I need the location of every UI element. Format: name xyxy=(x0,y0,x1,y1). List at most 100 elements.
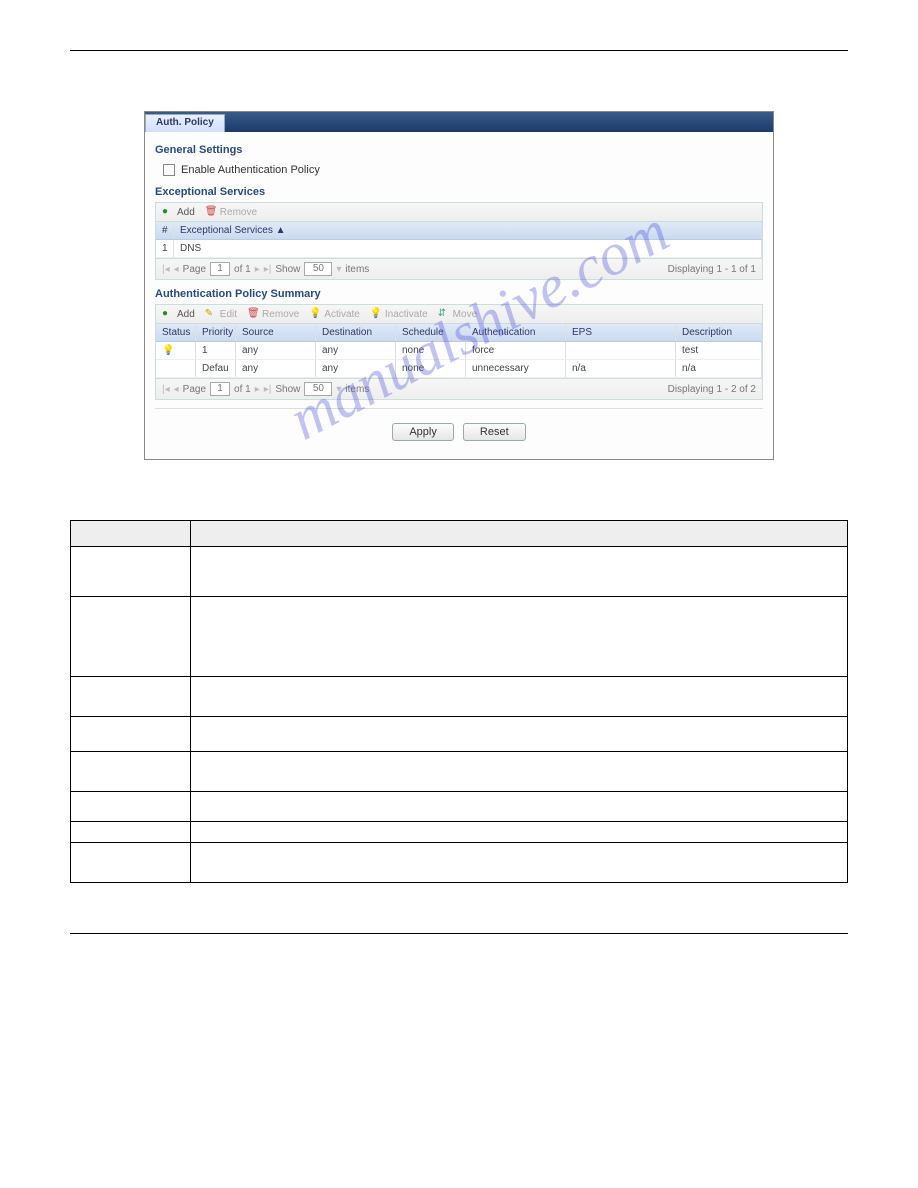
col-service[interactable]: Exceptional Services ▲ xyxy=(174,222,762,239)
page-label: Page xyxy=(183,384,206,395)
exceptional-services-grid: ●Add 🗑Remove # Exceptional Services ▲ 1 … xyxy=(155,202,763,280)
cell-destination: any xyxy=(316,360,396,377)
enable-auth-row: Enable Authentication Policy xyxy=(155,160,763,180)
first-page-icon[interactable]: |◂ xyxy=(162,384,170,395)
add-button[interactable]: ●Add xyxy=(162,206,195,218)
page-input[interactable]: 1 xyxy=(210,382,230,396)
move-button[interactable]: ⇵Move xyxy=(438,308,477,320)
next-page-icon[interactable]: ▸ xyxy=(255,384,260,395)
remove-button[interactable]: 🗑Remove xyxy=(205,206,257,218)
trash-icon: 🗑 xyxy=(205,206,217,218)
cell-eps: n/a xyxy=(566,360,676,377)
dropdown-icon[interactable]: ▾ xyxy=(336,384,341,395)
enable-auth-checkbox[interactable] xyxy=(163,164,175,176)
page-input[interactable]: 1 xyxy=(210,262,230,276)
enable-auth-label: Enable Authentication Policy xyxy=(181,164,320,176)
summary-header: Status Priority Source Destination Sched… xyxy=(156,324,762,342)
summary-toolbar: ●Add ✎Edit 🗑Remove 💡Activate 💡Inactivate… xyxy=(156,305,762,324)
exceptional-services-title: Exceptional Services xyxy=(155,186,763,198)
col-schedule[interactable]: Schedule xyxy=(396,324,466,341)
policy-summary-grid: ●Add ✎Edit 🗑Remove 💡Activate 💡Inactivate… xyxy=(155,304,763,400)
cell-schedule: none xyxy=(396,360,466,377)
general-settings-title: General Settings xyxy=(155,144,763,156)
col-source[interactable]: Source xyxy=(236,324,316,341)
remove-label: Remove xyxy=(220,207,257,218)
dropdown-icon[interactable]: ▾ xyxy=(336,264,341,275)
table-row xyxy=(71,597,848,677)
cell-schedule: none xyxy=(396,342,466,359)
tab-auth-policy[interactable]: Auth. Policy xyxy=(145,114,225,132)
edit-label: Edit xyxy=(220,309,237,320)
show-label: Show xyxy=(275,264,300,275)
table-row[interactable]: 1 DNS xyxy=(156,240,762,258)
activate-label: Activate xyxy=(324,309,360,320)
next-page-icon[interactable]: ▸ xyxy=(255,264,260,275)
table-row xyxy=(71,752,848,792)
table-row xyxy=(71,843,848,883)
page-size-select[interactable]: 50 xyxy=(304,382,332,396)
exceptional-header: # Exceptional Services ▲ xyxy=(156,222,762,240)
remove-button[interactable]: 🗑Remove xyxy=(247,308,299,320)
table-row xyxy=(71,717,848,752)
display-count: Displaying 1 - 1 of 1 xyxy=(668,264,756,275)
cell-description: test xyxy=(676,342,762,359)
remove-label: Remove xyxy=(262,309,299,320)
col-eps[interactable]: EPS xyxy=(566,324,676,341)
add-icon: ● xyxy=(162,308,174,320)
bulb-icon: 💡 xyxy=(309,308,321,320)
col-priority[interactable]: Priority xyxy=(196,324,236,341)
last-page-icon[interactable]: ▸| xyxy=(264,264,272,275)
status-icon: 💡 xyxy=(156,342,196,359)
trash-icon: 🗑 xyxy=(247,308,259,320)
auth-policy-panel: Auth. Policy General Settings Enable Aut… xyxy=(144,111,774,460)
prev-page-icon[interactable]: ◂ xyxy=(174,264,179,275)
add-icon: ● xyxy=(162,206,174,218)
tab-bar: Auth. Policy xyxy=(145,112,773,132)
bulb-off-icon: 💡 xyxy=(370,308,382,320)
of-label: of 1 xyxy=(234,384,251,395)
page-size-select[interactable]: 50 xyxy=(304,262,332,276)
inactivate-label: Inactivate xyxy=(385,309,428,320)
reset-button[interactable]: Reset xyxy=(463,423,526,441)
cell-name: DNS xyxy=(174,240,762,257)
description-table xyxy=(70,520,848,883)
apply-button[interactable]: Apply xyxy=(392,423,454,441)
edit-icon: ✎ xyxy=(205,308,217,320)
cell-destination: any xyxy=(316,342,396,359)
cell-source: any xyxy=(236,342,316,359)
table-row xyxy=(71,822,848,843)
cell-num: 1 xyxy=(156,240,174,257)
cell-priority: Defau xyxy=(196,360,236,377)
table-row xyxy=(71,792,848,822)
edit-button[interactable]: ✎Edit xyxy=(205,308,237,320)
panel-body: General Settings Enable Authentication P… xyxy=(145,132,773,459)
cell-authentication: unnecessary xyxy=(466,360,566,377)
add-label: Add xyxy=(177,309,195,320)
col-authentication[interactable]: Authentication xyxy=(466,324,566,341)
inactivate-button[interactable]: 💡Inactivate xyxy=(370,308,428,320)
activate-button[interactable]: 💡Activate xyxy=(309,308,360,320)
cell-authentication: force xyxy=(466,342,566,359)
table-row xyxy=(71,547,848,597)
policy-summary-title: Authentication Policy Summary xyxy=(155,288,763,300)
exceptional-toolbar: ●Add 🗑Remove xyxy=(156,203,762,222)
col-status[interactable]: Status xyxy=(156,324,196,341)
col-description[interactable]: Description xyxy=(676,324,762,341)
add-button[interactable]: ●Add xyxy=(162,308,195,320)
items-label: items xyxy=(345,264,369,275)
desc-header-label xyxy=(71,521,191,547)
prev-page-icon[interactable]: ◂ xyxy=(174,384,179,395)
col-destination[interactable]: Destination xyxy=(316,324,396,341)
table-row[interactable]: Defau any any none unnecessary n/a n/a xyxy=(156,360,762,378)
status-icon xyxy=(156,360,196,377)
first-page-icon[interactable]: |◂ xyxy=(162,264,170,275)
move-icon: ⇵ xyxy=(438,308,450,320)
exceptional-pager: |◂ ◂ Page 1 of 1 ▸ ▸| Show 50 ▾ items Di… xyxy=(156,258,762,279)
cell-description: n/a xyxy=(676,360,762,377)
last-page-icon[interactable]: ▸| xyxy=(264,384,272,395)
items-label: items xyxy=(345,384,369,395)
cell-source: any xyxy=(236,360,316,377)
col-num[interactable]: # xyxy=(156,222,174,239)
table-row xyxy=(71,677,848,717)
table-row[interactable]: 💡 1 any any none force test xyxy=(156,342,762,360)
